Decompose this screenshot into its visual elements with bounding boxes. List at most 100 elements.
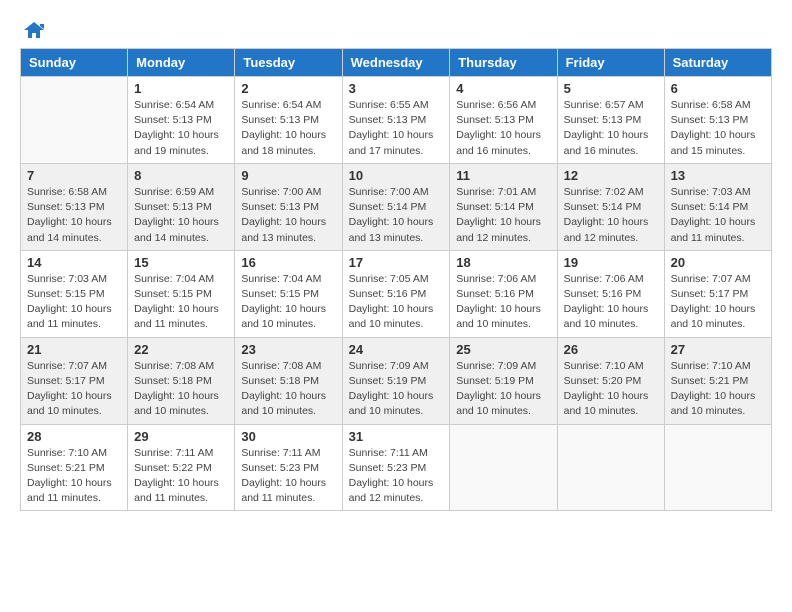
- day-number: 31: [349, 429, 444, 444]
- day-detail: Sunrise: 7:01 AMSunset: 5:14 PMDaylight:…: [456, 185, 550, 246]
- day-number: 18: [456, 255, 550, 270]
- day-number: 4: [456, 81, 550, 96]
- calendar-cell: 20Sunrise: 7:07 AMSunset: 5:17 PMDayligh…: [664, 250, 771, 337]
- day-number: 14: [27, 255, 121, 270]
- day-detail: Sunrise: 7:06 AMSunset: 5:16 PMDaylight:…: [456, 272, 550, 333]
- logo: [20, 20, 46, 40]
- day-detail: Sunrise: 7:02 AMSunset: 5:14 PMDaylight:…: [564, 185, 658, 246]
- day-detail: Sunrise: 7:03 AMSunset: 5:15 PMDaylight:…: [27, 272, 121, 333]
- day-detail: Sunrise: 7:07 AMSunset: 5:17 PMDaylight:…: [27, 359, 121, 420]
- day-number: 13: [671, 168, 765, 183]
- calendar-cell: 13 Sunrise: 7:03 AMSunset: 5:14 PMDayligh…: [664, 163, 771, 250]
- day-number: 12: [564, 168, 658, 183]
- day-number: 15: [134, 255, 228, 270]
- day-detail: Sunrise: 6:57 AMSunset: 5:13 PMDaylight:…: [564, 98, 658, 159]
- day-number: 9: [241, 168, 335, 183]
- calendar-cell: 15 Sunrise: 7:04 AMSunset: 5:15 PMDayligh…: [128, 250, 235, 337]
- calendar-cell: 4 Sunrise: 6:56 AMSunset: 5:13 PMDaylight…: [450, 77, 557, 164]
- calendar-cell: 26 Sunrise: 7:10 AMSunset: 5:20 PMDayligh…: [557, 337, 664, 424]
- logo-icon: [22, 20, 46, 40]
- calendar-cell: 6 Sunrise: 6:58 AMSunset: 5:13 PMDaylight…: [664, 77, 771, 164]
- day-number: 25: [456, 342, 550, 357]
- day-detail: Sunrise: 7:05 AMSunset: 5:16 PMDaylight:…: [349, 272, 444, 333]
- day-detail: Sunrise: 7:04 AMSunset: 5:15 PMDaylight:…: [134, 272, 228, 333]
- day-detail: Sunrise: 6:54 AMSunset: 5:13 PMDaylight:…: [241, 98, 335, 159]
- calendar-cell: 5 Sunrise: 6:57 AMSunset: 5:13 PMDaylight…: [557, 77, 664, 164]
- day-detail: Sunrise: 7:08 AMSunset: 5:18 PMDaylight:…: [134, 359, 228, 420]
- calendar-header-friday: Friday: [557, 49, 664, 77]
- day-number: 7: [27, 168, 121, 183]
- day-number: 5: [564, 81, 658, 96]
- day-number: 16: [241, 255, 335, 270]
- day-detail: Sunrise: 7:10 AMSunset: 5:21 PMDaylight:…: [27, 446, 121, 507]
- day-detail: Sunrise: 7:10 AMSunset: 5:20 PMDaylight:…: [564, 359, 658, 420]
- day-detail: Sunrise: 7:10 AMSunset: 5:21 PMDaylight:…: [671, 359, 765, 420]
- day-detail: Sunrise: 7:09 AMSunset: 5:19 PMDaylight:…: [456, 359, 550, 420]
- calendar-cell: [450, 424, 557, 511]
- calendar-cell: [664, 424, 771, 511]
- calendar-header-saturday: Saturday: [664, 49, 771, 77]
- day-detail: Sunrise: 7:03 AMSunset: 5:14 PMDaylight:…: [671, 185, 765, 246]
- calendar-cell: 23Sunrise: 7:08 AMSunset: 5:18 PMDayligh…: [235, 337, 342, 424]
- day-detail: Sunrise: 6:58 AMSunset: 5:13 PMDaylight:…: [27, 185, 121, 246]
- day-detail: Sunrise: 7:06 AMSunset: 5:16 PMDaylight:…: [564, 272, 658, 333]
- day-number: 28: [27, 429, 121, 444]
- calendar-cell: 8 Sunrise: 6:59 AMSunset: 5:13 PMDaylight…: [128, 163, 235, 250]
- calendar-cell: 7 Sunrise: 6:58 AMSunset: 5:13 PMDaylight…: [21, 163, 128, 250]
- calendar-table: SundayMondayTuesdayWednesdayThursdayFrid…: [20, 48, 772, 511]
- calendar-cell: 22Sunrise: 7:08 AMSunset: 5:18 PMDayligh…: [128, 337, 235, 424]
- calendar-cell: 14 Sunrise: 7:03 AMSunset: 5:15 PMDayligh…: [21, 250, 128, 337]
- calendar-cell: 12 Sunrise: 7:02 AMSunset: 5:14 PMDayligh…: [557, 163, 664, 250]
- day-number: 6: [671, 81, 765, 96]
- calendar-header-thursday: Thursday: [450, 49, 557, 77]
- calendar-cell: [557, 424, 664, 511]
- day-detail: Sunrise: 7:11 AMSunset: 5:23 PMDaylight:…: [349, 446, 444, 507]
- calendar-cell: 27 Sunrise: 7:10 AMSunset: 5:21 PMDayligh…: [664, 337, 771, 424]
- day-number: 21: [27, 342, 121, 357]
- day-detail: Sunrise: 7:11 AMSunset: 5:22 PMDaylight:…: [134, 446, 228, 507]
- calendar-header-monday: Monday: [128, 49, 235, 77]
- day-number: 23: [241, 342, 335, 357]
- day-detail: Sunrise: 6:58 AMSunset: 5:13 PMDaylight:…: [671, 98, 765, 159]
- calendar-header-row: SundayMondayTuesdayWednesdayThursdayFrid…: [21, 49, 772, 77]
- day-detail: Sunrise: 7:09 AMSunset: 5:19 PMDaylight:…: [349, 359, 444, 420]
- day-detail: Sunrise: 7:00 AMSunset: 5:13 PMDaylight:…: [241, 185, 335, 246]
- calendar-header-wednesday: Wednesday: [342, 49, 450, 77]
- day-detail: Sunrise: 6:54 AMSunset: 5:13 PMDaylight:…: [134, 98, 228, 159]
- calendar-week-row: 28 Sunrise: 7:10 AMSunset: 5:21 PMDayligh…: [21, 424, 772, 511]
- calendar-cell: 3 Sunrise: 6:55 AMSunset: 5:13 PMDaylight…: [342, 77, 450, 164]
- day-number: 10: [349, 168, 444, 183]
- calendar-header-tuesday: Tuesday: [235, 49, 342, 77]
- day-number: 26: [564, 342, 658, 357]
- day-number: 27: [671, 342, 765, 357]
- calendar-cell: 24 Sunrise: 7:09 AMSunset: 5:19 PMDayligh…: [342, 337, 450, 424]
- calendar-cell: 25 Sunrise: 7:09 AMSunset: 5:19 PMDayligh…: [450, 337, 557, 424]
- day-number: 24: [349, 342, 444, 357]
- calendar-cell: 28 Sunrise: 7:10 AMSunset: 5:21 PMDayligh…: [21, 424, 128, 511]
- calendar-cell: 18 Sunrise: 7:06 AMSunset: 5:16 PMDayligh…: [450, 250, 557, 337]
- day-number: 29: [134, 429, 228, 444]
- day-detail: Sunrise: 7:04 AMSunset: 5:15 PMDaylight:…: [241, 272, 335, 333]
- day-detail: Sunrise: 7:00 AMSunset: 5:14 PMDaylight:…: [349, 185, 444, 246]
- page-header: [20, 20, 772, 40]
- day-number: 1: [134, 81, 228, 96]
- calendar-cell: 9 Sunrise: 7:00 AMSunset: 5:13 PMDaylight…: [235, 163, 342, 250]
- calendar-cell: 16 Sunrise: 7:04 AMSunset: 5:15 PMDayligh…: [235, 250, 342, 337]
- day-number: 17: [349, 255, 444, 270]
- calendar-cell: 2Sunrise: 6:54 AMSunset: 5:13 PMDaylight…: [235, 77, 342, 164]
- day-number: 19: [564, 255, 658, 270]
- day-number: 3: [349, 81, 444, 96]
- day-detail: Sunrise: 7:07 AMSunset: 5:17 PMDaylight:…: [671, 272, 765, 333]
- calendar-cell: 1 Sunrise: 6:54 AMSunset: 5:13 PMDaylight…: [128, 77, 235, 164]
- day-detail: Sunrise: 6:55 AMSunset: 5:13 PMDaylight:…: [349, 98, 444, 159]
- calendar-cell: 19 Sunrise: 7:06 AMSunset: 5:16 PMDayligh…: [557, 250, 664, 337]
- calendar-cell: 11Sunrise: 7:01 AMSunset: 5:14 PMDayligh…: [450, 163, 557, 250]
- calendar-week-row: 14 Sunrise: 7:03 AMSunset: 5:15 PMDayligh…: [21, 250, 772, 337]
- day-detail: Sunrise: 7:11 AMSunset: 5:23 PMDaylight:…: [241, 446, 335, 507]
- day-detail: Sunrise: 6:59 AMSunset: 5:13 PMDaylight:…: [134, 185, 228, 246]
- day-number: 8: [134, 168, 228, 183]
- calendar-cell: 17 Sunrise: 7:05 AMSunset: 5:16 PMDayligh…: [342, 250, 450, 337]
- calendar-cell: 10 Sunrise: 7:00 AMSunset: 5:14 PMDayligh…: [342, 163, 450, 250]
- calendar-week-row: 7 Sunrise: 6:58 AMSunset: 5:13 PMDaylight…: [21, 163, 772, 250]
- day-detail: Sunrise: 6:56 AMSunset: 5:13 PMDaylight:…: [456, 98, 550, 159]
